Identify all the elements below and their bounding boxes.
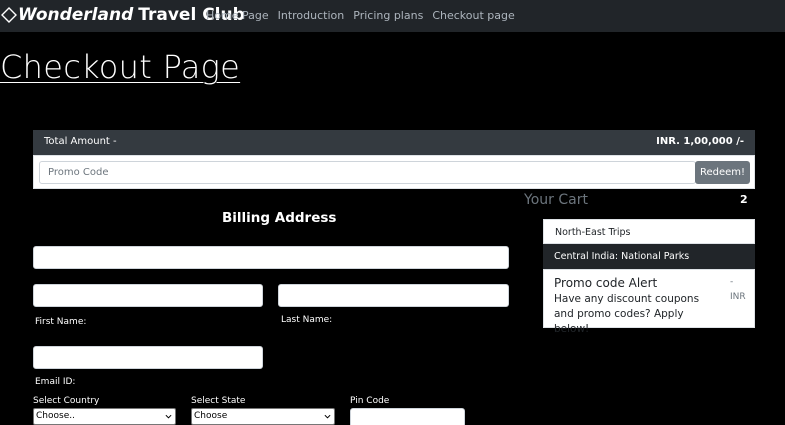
promo-alert-text: Have any discount coupons and promo code… (554, 293, 700, 335)
promo-alert: Promo code Alert Have any discount coupo… (543, 269, 755, 335)
chevron-down-icon (324, 414, 331, 419)
nav-link-pricing[interactable]: Pricing plans (353, 9, 423, 22)
first-name-input[interactable] (33, 284, 263, 307)
nav-links: Home Page Introduction Pricing plans Che… (206, 9, 524, 22)
brand-name-emphasis: Wonderland (18, 5, 134, 25)
total-amount-label: Total Amount - (44, 136, 117, 147)
pin-code-label: Pin Code (350, 396, 390, 406)
promo-alert-currency: INR (730, 292, 746, 302)
promo-alert-dash: - (730, 277, 734, 287)
total-amount-value: INR. 1,00,000 /- (656, 136, 744, 147)
nav-link-introduction[interactable]: Introduction (278, 9, 345, 22)
last-name-input[interactable] (278, 284, 509, 307)
nav-link-home[interactable]: Home Page (206, 9, 269, 22)
last-name-label: Last Name: (281, 315, 333, 325)
state-label: Select State (191, 396, 246, 406)
email-input[interactable] (33, 346, 263, 369)
total-amount-bar: Total Amount - INR. 1,00,000 /- (33, 130, 755, 155)
promo-code-input[interactable]: Promo Code (39, 161, 696, 184)
redeem-button[interactable]: Redeem! (695, 161, 750, 184)
state-select[interactable]: Choose (191, 408, 335, 425)
country-select-value: Choose.. (36, 411, 75, 421)
email-label: Email ID: (35, 377, 76, 387)
first-name-label: First Name: (35, 317, 87, 327)
country-label: Select Country (33, 396, 100, 406)
cart-count-badge: 2 (740, 193, 748, 206)
country-select[interactable]: Choose.. (33, 408, 176, 425)
nav-link-checkout[interactable]: Checkout page (432, 9, 514, 22)
pin-code-input[interactable] (350, 408, 465, 425)
diamond-icon (1, 7, 17, 23)
state-select-value: Choose (194, 411, 228, 421)
billing-heading: Billing Address (222, 210, 337, 226)
address-input[interactable] (33, 246, 509, 269)
cart-list: North-East Trips Central India: National… (543, 219, 755, 335)
promo-code-placeholder: Promo Code (48, 167, 109, 178)
navbar: Wonderland Travel Club Home Page Introdu… (0, 0, 785, 32)
cart-item[interactable]: Central India: National Parks (543, 244, 755, 269)
chevron-down-icon (165, 414, 172, 419)
promo-code-form: Promo Code Redeem! (33, 155, 755, 189)
promo-alert-title: Promo code Alert (554, 276, 658, 290)
page-title: Checkout Page (0, 48, 241, 86)
cart-item[interactable]: North-East Trips (543, 219, 755, 244)
cart-heading: Your Cart (524, 192, 588, 208)
